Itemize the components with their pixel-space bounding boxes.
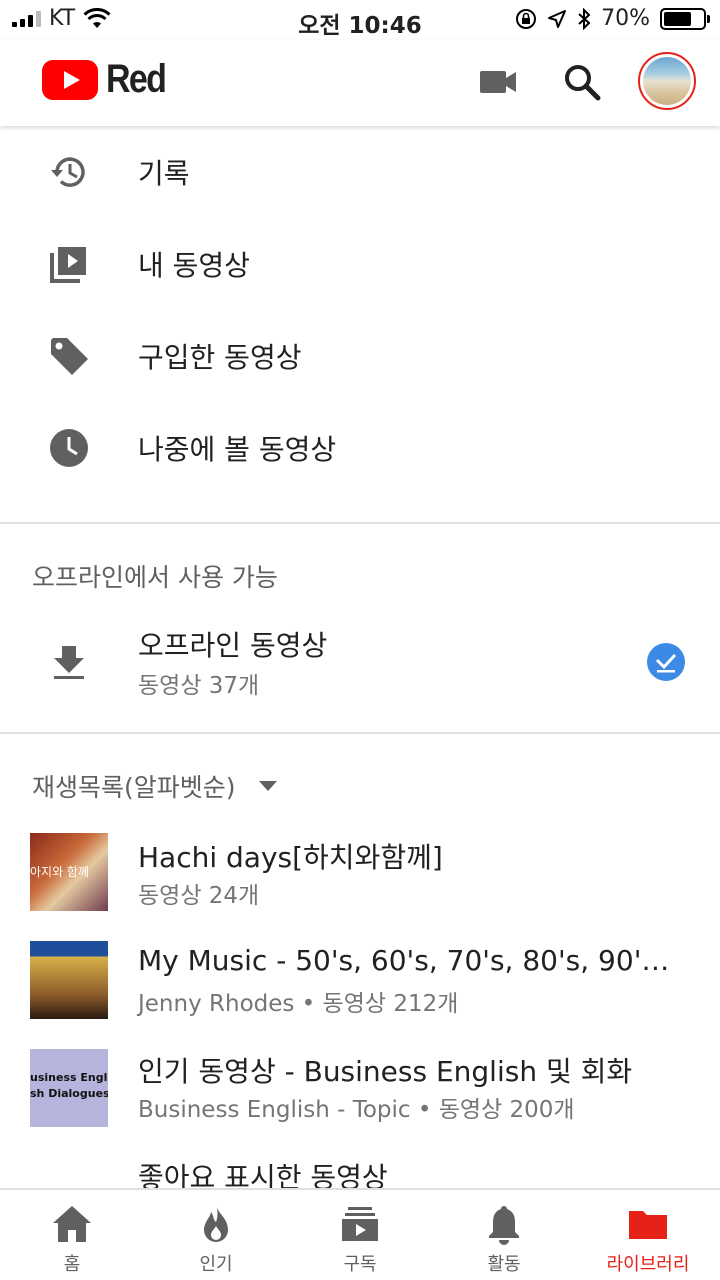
divider	[0, 522, 720, 524]
nav-subscriptions[interactable]: 구독	[288, 1190, 432, 1280]
nav-label: 홈	[63, 1254, 81, 1275]
youtube-red-logo[interactable]: Red	[42, 57, 176, 102]
playlist-thumbnail: usiness English sh Dialogues at	[30, 1049, 108, 1127]
playlist-item[interactable]: 좋아요 표시한 동영상	[0, 1154, 720, 1188]
bell-icon	[489, 1206, 519, 1245]
thumbnail-text: usiness English	[30, 1071, 108, 1084]
download-icon	[54, 646, 84, 679]
playlist-subtitle: Business English - Topic • 동영상 200개	[138, 1097, 575, 1123]
rotation-lock-icon	[516, 8, 537, 29]
battery-percent: 70%	[601, 6, 650, 31]
app-bar: Red	[0, 40, 720, 126]
nav-activity[interactable]: 활동	[432, 1190, 576, 1280]
offline-videos-item[interactable]: 오프라인 동영상 동영상 37개	[0, 612, 720, 712]
tag-icon	[51, 338, 88, 375]
menu-item-label: 기록	[138, 157, 190, 190]
avatar-image	[643, 57, 691, 105]
nav-label: 인기	[199, 1254, 233, 1275]
playlist-title: 인기 동영상 - Business English 및 회화	[138, 1055, 633, 1088]
avatar[interactable]	[638, 52, 696, 110]
bluetooth-icon	[578, 7, 591, 30]
playlist-subtitle: Jenny Rhodes • 동영상 212개	[138, 991, 459, 1017]
playlist-subtitle: 동영상 24개	[138, 883, 260, 909]
menu-item-label: 내 동영상	[138, 249, 250, 282]
playlist-sort-dropdown[interactable]: 재생목록(알파벳순)	[32, 768, 278, 804]
playlist-item[interactable]: My Music - 50's, 60's, 70's, 80's, 90's,…	[0, 938, 720, 1022]
clock-icon	[50, 429, 88, 467]
bottom-nav: 홈 인기 구독 활동 라이브러리	[0, 1188, 720, 1280]
playlist-thumbnail	[30, 941, 108, 1019]
menu-item-watch-later[interactable]: 나중에 볼 동영상	[0, 402, 720, 494]
status-right: 70%	[515, 6, 710, 31]
library-icon	[629, 1211, 667, 1239]
library-menu: 기록 내 동영상 구입한 동영상 나중에 볼 동영상	[0, 126, 720, 494]
menu-item-label: 구입한 동영상	[138, 341, 302, 374]
trending-icon	[204, 1205, 228, 1242]
divider	[0, 732, 720, 734]
youtube-play-icon	[42, 59, 98, 100]
menu-item-purchases[interactable]: 구입한 동영상	[0, 310, 720, 402]
thumbnail-text: sh Dialogues at	[30, 1087, 108, 1100]
nav-label: 구독	[343, 1254, 377, 1275]
camera-icon[interactable]	[476, 60, 520, 104]
battery-icon	[660, 7, 710, 30]
menu-item-label: 나중에 볼 동영상	[138, 433, 337, 466]
playlists-section-title: 재생목록(알파벳순)	[32, 773, 236, 802]
menu-item-my-videos[interactable]: 내 동영상	[0, 218, 720, 310]
search-icon[interactable]	[560, 60, 604, 104]
thumbnail-text: 아지와 함께	[30, 865, 90, 879]
location-icon	[548, 9, 567, 28]
history-icon	[51, 157, 85, 187]
playlist-thumbnail: 아지와 함께	[30, 833, 108, 911]
offline-section-title: 오프라인에서 사용 가능	[32, 563, 278, 592]
offline-videos-count: 동영상 37개	[138, 673, 260, 699]
subscriptions-icon	[342, 1207, 378, 1241]
brand-label: Red	[106, 57, 167, 101]
offline-videos-title: 오프라인 동영상	[138, 629, 328, 662]
playlist-item[interactable]: 아지와 함께 Hachi days[하치와함께] 동영상 24개	[0, 830, 720, 914]
nav-trending[interactable]: 인기	[144, 1190, 288, 1280]
dropdown-arrow-icon	[258, 781, 277, 791]
status-bar: KT 오전 10:46 70%	[0, 0, 720, 40]
playlist-title: Hachi days[하치와함께]	[138, 841, 443, 874]
thumbs-up-icon	[54, 1178, 94, 1188]
downloaded-check-icon	[647, 643, 685, 681]
playlist-title: 좋아요 표시한 동영상	[138, 1161, 388, 1188]
nav-label: 활동	[487, 1254, 521, 1275]
nav-library[interactable]: 라이브러리	[576, 1190, 720, 1280]
my-videos-icon	[50, 247, 86, 283]
playlist-item[interactable]: usiness English sh Dialogues at 인기 동영상 -…	[0, 1046, 720, 1130]
home-icon	[53, 1206, 91, 1242]
nav-home[interactable]: 홈	[0, 1190, 144, 1280]
playlist-title: My Music - 50's, 60's, 70's, 80's, 90's,…	[138, 944, 678, 977]
nav-label: 라이브러리	[606, 1254, 690, 1275]
menu-item-history[interactable]: 기록	[0, 126, 720, 218]
